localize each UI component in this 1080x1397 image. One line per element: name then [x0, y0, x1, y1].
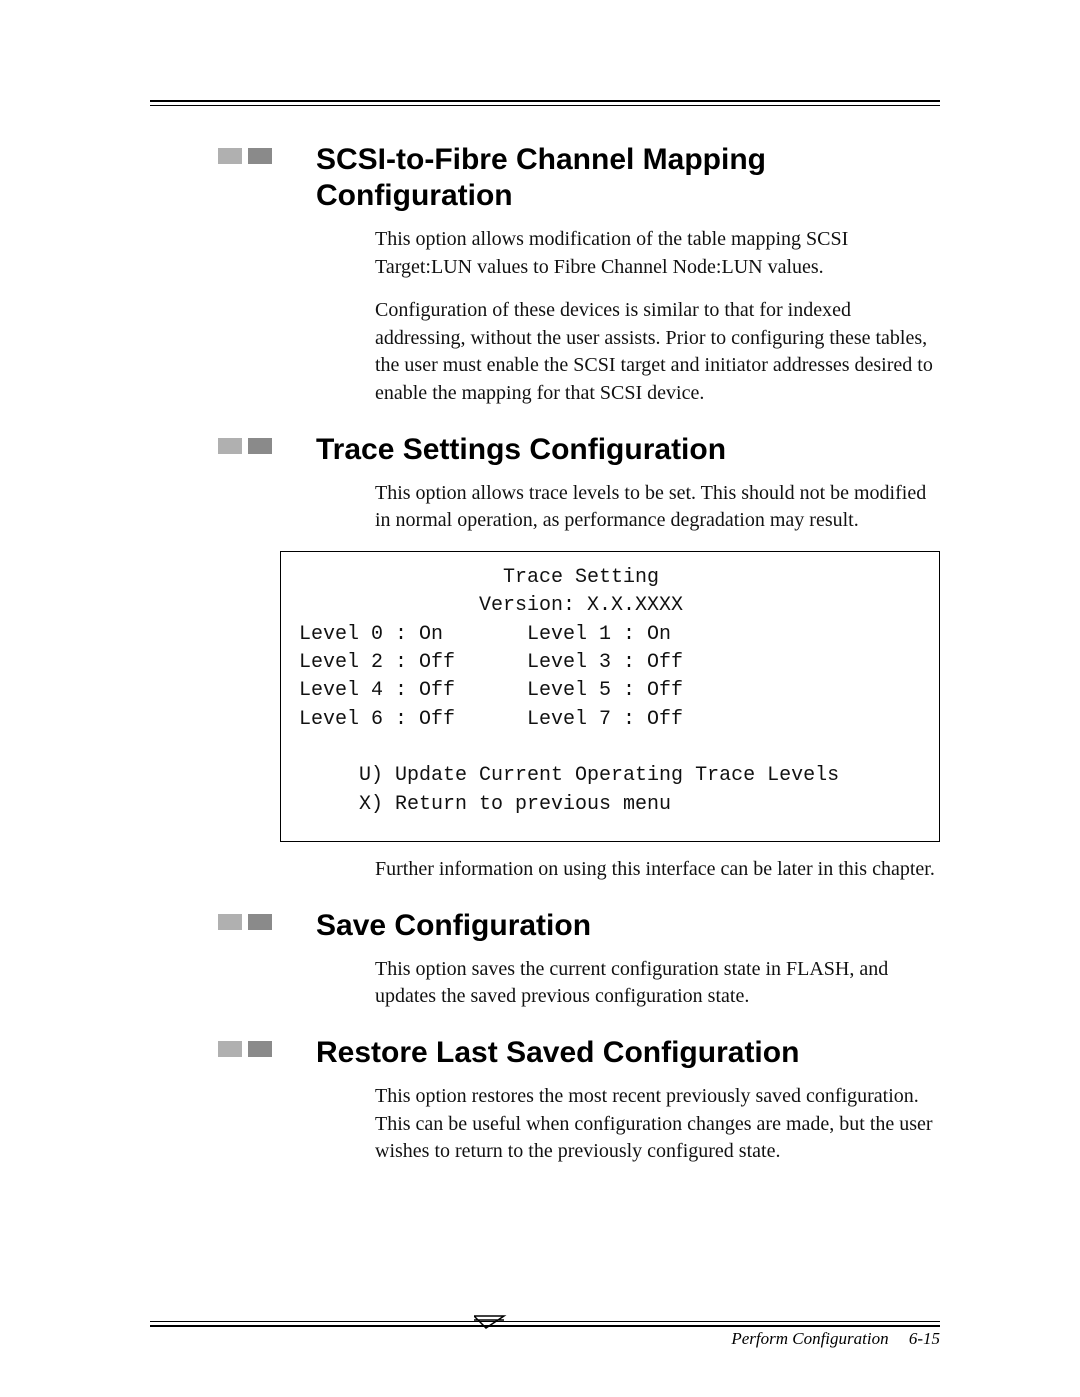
section-heading-scsi-to-fibre: SCSI-to-Fibre Channel Mapping Configurat… [280, 142, 940, 214]
heading-tile-icon [218, 438, 242, 454]
heading-tile-icon [248, 438, 272, 454]
footer-text: Perform Configuration 6-15 [731, 1329, 940, 1349]
heading-tile-icon [248, 148, 272, 164]
body-paragraph: Further information on using this interf… [375, 856, 940, 884]
top-inner-rule [150, 105, 940, 106]
trace-settings-code-box: Trace Setting Version: X.X.XXXX Level 0 … [280, 551, 940, 843]
body-paragraph: This option allows trace levels to be se… [375, 480, 940, 535]
heading-tile-icon [248, 1041, 272, 1057]
footer-page-number: 6-15 [909, 1329, 940, 1348]
heading-tile-icon [218, 914, 242, 930]
heading-text: Trace Settings Configuration [316, 433, 726, 466]
footer-inner-rule [150, 1321, 940, 1322]
heading-text: Restore Last Saved Configuration [316, 1036, 799, 1069]
footer-rule [150, 1315, 940, 1327]
heading-text: Save Configuration [316, 909, 591, 942]
footer: Perform Configuration 6-15 [150, 1315, 940, 1327]
body-paragraph: This option restores the most recent pre… [375, 1083, 940, 1166]
section-heading-trace-settings: Trace Settings Configuration [280, 432, 940, 468]
footer-label: Perform Configuration [731, 1329, 888, 1348]
heading-tile-icon [248, 914, 272, 930]
body-paragraph: Configuration of these devices is simila… [375, 297, 940, 407]
top-rule [150, 100, 940, 106]
heading-tile-icon [218, 148, 242, 164]
footer-ornament-icon [474, 1312, 509, 1330]
heading-text: SCSI-to-Fibre Channel Mapping Configurat… [316, 143, 766, 212]
section-heading-restore-last-saved: Restore Last Saved Configuration [280, 1035, 940, 1071]
body-paragraph: This option allows modification of the t… [375, 226, 940, 281]
code-content: Trace Setting Version: X.X.XXXX Level 0 … [299, 566, 839, 816]
heading-tile-icon [218, 1041, 242, 1057]
section-heading-save-configuration: Save Configuration [280, 908, 940, 944]
sections-container: SCSI-to-Fibre Channel Mapping Configurat… [280, 142, 940, 1166]
page: SCSI-to-Fibre Channel Mapping Configurat… [0, 0, 1080, 1397]
body-paragraph: This option saves the current configurat… [375, 956, 940, 1011]
